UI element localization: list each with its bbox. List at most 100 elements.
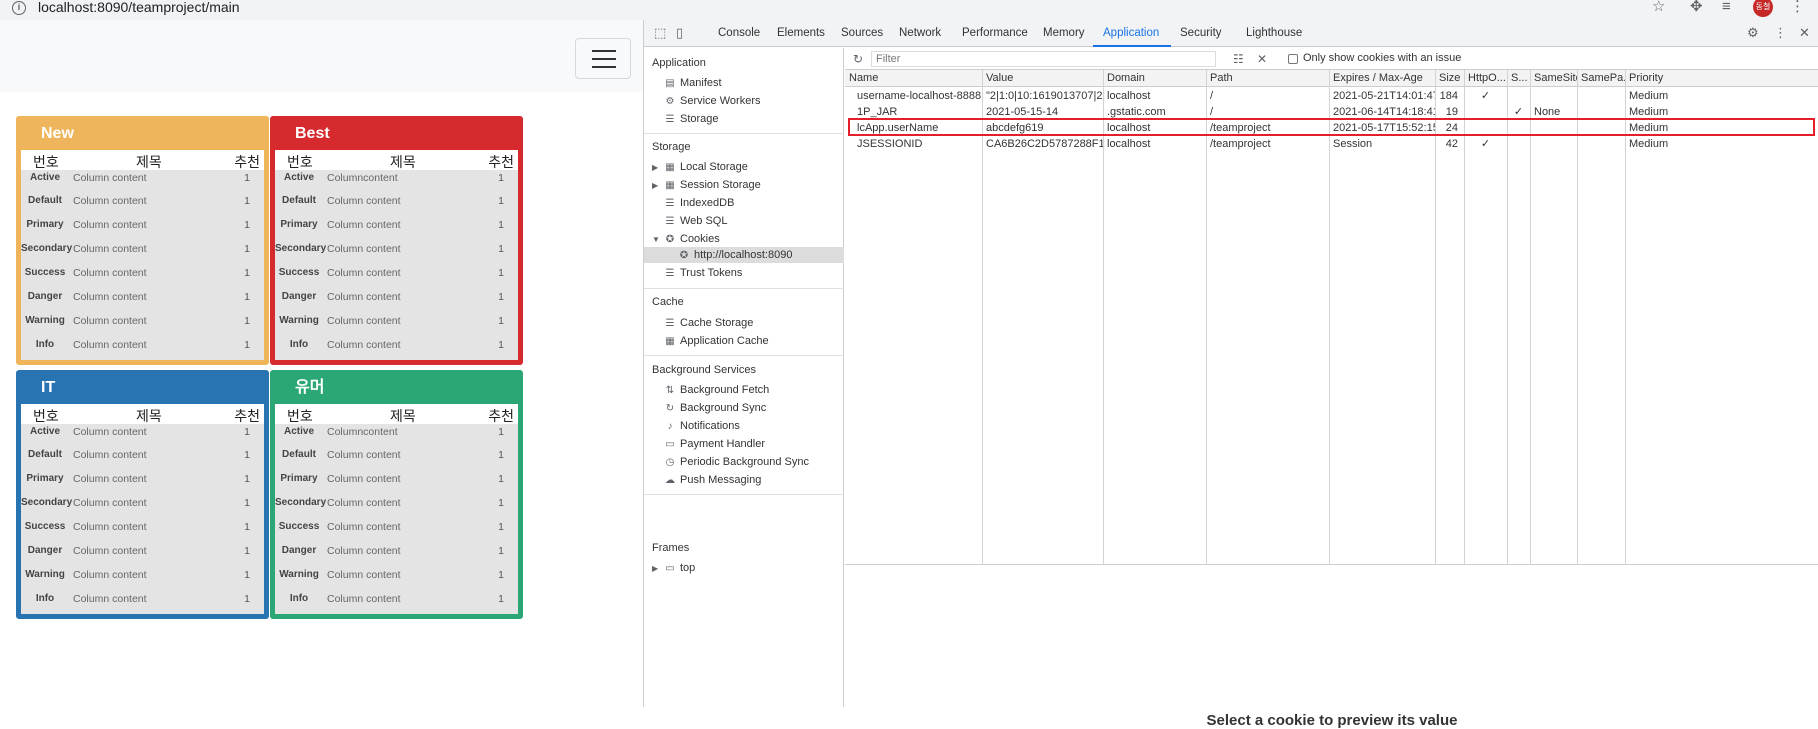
table-row[interactable]: Secondary Column content 1 (275, 241, 518, 261)
table-row[interactable]: Success Column content 1 (21, 519, 264, 539)
table-row[interactable]: Warning Column content 1 (21, 313, 264, 333)
sidebar-item-cookies[interactable]: ▼ ✪ Cookies (652, 231, 720, 247)
table-row[interactable]: Warning Column content 1 (21, 567, 264, 587)
tab-sources[interactable]: Sources (841, 20, 883, 47)
filter-input[interactable]: Filter (871, 51, 1216, 67)
media-control-icon[interactable]: ≡ (1722, 0, 1731, 14)
table-row[interactable]: Default Column content 1 (275, 447, 518, 467)
tab-lighthouse[interactable]: Lighthouse (1246, 20, 1302, 47)
expand-arrow-icon[interactable]: ▶ (652, 561, 660, 577)
inspect-element-icon[interactable]: ⬚ (654, 26, 666, 40)
extensions-puzzle-icon[interactable]: ✥ (1690, 0, 1703, 14)
sidebar-item-periodic-background-sync[interactable]: ◷ Periodic Background Sync (664, 454, 809, 470)
sidebar-item-cache-storage[interactable]: ☰ Cache Storage (664, 315, 754, 331)
column-header[interactable]: SameSite (1530, 70, 1577, 87)
credit-card-icon: ▭ (665, 439, 675, 450)
row-title-cell: Column content (73, 339, 147, 351)
sidebar-item-storage[interactable]: ☰ Storage (664, 111, 719, 127)
sidebar-item-manifest[interactable]: ▤ Manifest (664, 75, 721, 91)
sidebar-item-service-workers[interactable]: ⚙ Service Workers (664, 93, 761, 109)
column-header[interactable]: HttpO... (1464, 70, 1507, 87)
table-row[interactable]: Primary Column content 1 (275, 217, 518, 237)
column-header[interactable]: SamePa... (1577, 70, 1625, 87)
sidebar-item-session-storage[interactable]: ▶ ▦ Session Storage (652, 177, 761, 193)
table-row[interactable]: Active Columncontent 1 (275, 424, 518, 444)
navbar-toggler-button[interactable] (575, 38, 631, 79)
table-row[interactable]: Secondary Column content 1 (21, 241, 264, 261)
table-row[interactable]: Info Column content 1 (21, 337, 264, 357)
table-row[interactable]: Secondary Column content 1 (275, 495, 518, 515)
tab-network[interactable]: Network (899, 20, 941, 47)
column-header[interactable]: Path (1206, 70, 1329, 87)
table-row[interactable]: Secondary Column content 1 (21, 495, 264, 515)
table-row[interactable]: Info Column content 1 (275, 591, 518, 611)
collapse-arrow-icon[interactable]: ▼ (652, 232, 660, 248)
more-options-icon[interactable]: ⋮ (1774, 26, 1787, 40)
url-field[interactable]: localhost:8090/teamproject/main (38, 0, 240, 14)
column-header[interactable]: S... (1507, 70, 1530, 87)
table-row[interactable]: Success Column content 1 (21, 265, 264, 285)
close-icon[interactable]: ✕ (1799, 26, 1810, 40)
column-header[interactable]: Name (845, 70, 982, 87)
sidebar-item-background-fetch[interactable]: ⇅ Background Fetch (664, 382, 769, 398)
site-info-icon[interactable]: i (12, 1, 26, 15)
sidebar-item-trust-tokens[interactable]: ☰ Trust Tokens (664, 265, 743, 281)
sidebar-item-web-sql[interactable]: ☰ Web SQL (664, 213, 728, 229)
expand-arrow-icon[interactable]: ▶ (652, 160, 660, 176)
table-row[interactable]: Info Column content 1 (21, 591, 264, 611)
table-row[interactable]: Danger Column content 1 (21, 543, 264, 563)
column-header[interactable]: Value (982, 70, 1103, 87)
column-header[interactable]: Priority (1625, 70, 1818, 87)
column-header[interactable]: Expires / Max-Age (1329, 70, 1435, 87)
table-row[interactable]: Warning Column content 1 (275, 567, 518, 587)
clear-filtered-icon[interactable]: ☷ (1233, 52, 1244, 66)
sidebar-item-cookie-origin[interactable]: ✪ http://localhost:8090 (678, 247, 793, 263)
table-row[interactable]: Default Column content 1 (275, 193, 518, 213)
tab-memory[interactable]: Memory (1043, 20, 1085, 47)
tab-application[interactable]: Application (1103, 20, 1159, 47)
table-row[interactable]: Primary Column content 1 (275, 471, 518, 491)
table-row[interactable]: Danger Column content 1 (21, 289, 264, 309)
sidebar-item-local-storage[interactable]: ▶ ▦ Local Storage (652, 159, 748, 175)
table-row[interactable]: Info Column content 1 (275, 337, 518, 357)
settings-gear-icon[interactable]: ⚙ (1747, 26, 1759, 40)
sidebar-item-push-messaging[interactable]: ☁ Push Messaging (664, 472, 761, 488)
board-title[interactable]: 유머 (273, 373, 520, 402)
tab-console[interactable]: Console (718, 20, 760, 47)
table-row[interactable]: Primary Column content 1 (21, 471, 264, 491)
board-title[interactable]: IT (19, 373, 266, 402)
cookie-row[interactable]: JSESSIONID CA6B26C2D5787288F11D... localho… (845, 135, 1818, 153)
only-issue-checkbox[interactable] (1288, 54, 1298, 64)
tab-security[interactable]: Security (1180, 20, 1222, 47)
table-row[interactable]: Success Column content 1 (275, 265, 518, 285)
refresh-icon[interactable]: ↻ (853, 52, 863, 66)
expand-arrow-icon[interactable]: ▶ (652, 178, 660, 194)
column-header[interactable]: Domain (1103, 70, 1206, 87)
sidebar-item-indexeddb[interactable]: ☰ IndexedDB (664, 195, 735, 211)
table-row[interactable]: Active Columncontent 1 (275, 170, 518, 190)
sidebar-item-notifications[interactable]: ♪ Notifications (664, 418, 740, 434)
sidebar-item-application-cache[interactable]: ▦ Application Cache (664, 333, 768, 349)
table-row[interactable]: Warning Column content 1 (275, 313, 518, 333)
sidebar-item-frame-top[interactable]: ▶ ▭ top (652, 560, 695, 576)
table-row[interactable]: Danger Column content 1 (275, 543, 518, 563)
table-row[interactable]: Default Column content 1 (21, 193, 264, 213)
sidebar-item-payment-handler[interactable]: ▭ Payment Handler (664, 436, 765, 452)
table-row[interactable]: Primary Column content 1 (21, 217, 264, 237)
board-title[interactable]: Best (273, 119, 520, 148)
browser-menu-icon[interactable]: ⋮ (1790, 0, 1805, 14)
table-row[interactable]: Success Column content 1 (275, 519, 518, 539)
table-row[interactable]: Default Column content 1 (21, 447, 264, 467)
delete-selected-icon[interactable]: ✕ (1257, 52, 1267, 66)
profile-avatar[interactable]: 동철 (1753, 0, 1773, 17)
table-row[interactable]: Danger Column content 1 (275, 289, 518, 309)
table-row[interactable]: Active Column content 1 (21, 170, 264, 190)
column-header[interactable]: Size (1435, 70, 1464, 87)
bookmark-star-icon[interactable]: ☆ (1652, 0, 1665, 14)
table-row[interactable]: Active Column content 1 (21, 424, 264, 444)
tab-performance[interactable]: Performance (962, 20, 1028, 47)
board-title[interactable]: New (19, 119, 266, 148)
sidebar-item-background-sync[interactable]: ↻ Background Sync (664, 400, 766, 416)
tab-elements[interactable]: Elements (777, 20, 825, 47)
device-toolbar-icon[interactable]: ▯ (676, 26, 683, 40)
